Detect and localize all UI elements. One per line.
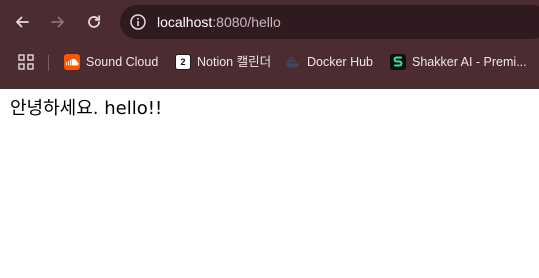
browser-chrome: localhost:8080/hello Sound Cloud 2 Notio… — [0, 0, 539, 89]
bookmark-soundcloud[interactable]: Sound Cloud — [64, 52, 158, 72]
calendar-badge: 2 — [180, 57, 186, 67]
bookmark-shakker-ai[interactable]: Shakker AI - Premi... — [390, 52, 527, 72]
bookmark-docker-hub[interactable]: Docker Hub — [285, 52, 373, 72]
soundcloud-icon — [64, 54, 80, 70]
arrow-right-icon — [51, 16, 64, 28]
bookmark-notion-calendar[interactable]: 2 Notion 캘린더 — [175, 52, 271, 72]
page-body-text: 안녕하세요. hello!! — [10, 98, 163, 119]
url-path: :8080/hello — [212, 14, 281, 30]
shakker-icon — [390, 54, 406, 70]
apps-grid-icon[interactable] — [18, 54, 34, 70]
info-icon[interactable] — [129, 13, 147, 31]
docker-icon — [285, 54, 301, 70]
reload-icon — [88, 15, 101, 28]
url-text[interactable]: localhost:8080/hello — [157, 13, 281, 31]
bookmark-label: Docker Hub — [307, 55, 373, 69]
bookmark-label: Shakker AI - Premi... — [412, 55, 527, 69]
back-button[interactable] — [11, 11, 33, 33]
bookmark-label: Notion 캘린더 — [197, 55, 272, 69]
forward-button[interactable] — [47, 11, 69, 33]
bookmark-label: Sound Cloud — [86, 55, 159, 69]
notion-calendar-icon: 2 — [175, 54, 191, 70]
arrow-left-icon — [16, 16, 29, 28]
bookmarks-divider — [48, 55, 49, 71]
address-bar[interactable]: localhost:8080/hello — [120, 5, 539, 39]
url-host: localhost — [157, 14, 213, 30]
page-content: 안녕하세요. hello!! — [0, 89, 539, 278]
bookmarks-bar: Sound Cloud 2 Notion 캘린더 Docker Hub Shak… — [0, 44, 539, 80]
reload-button[interactable] — [83, 11, 105, 33]
browser-toolbar: localhost:8080/hello — [0, 0, 539, 44]
